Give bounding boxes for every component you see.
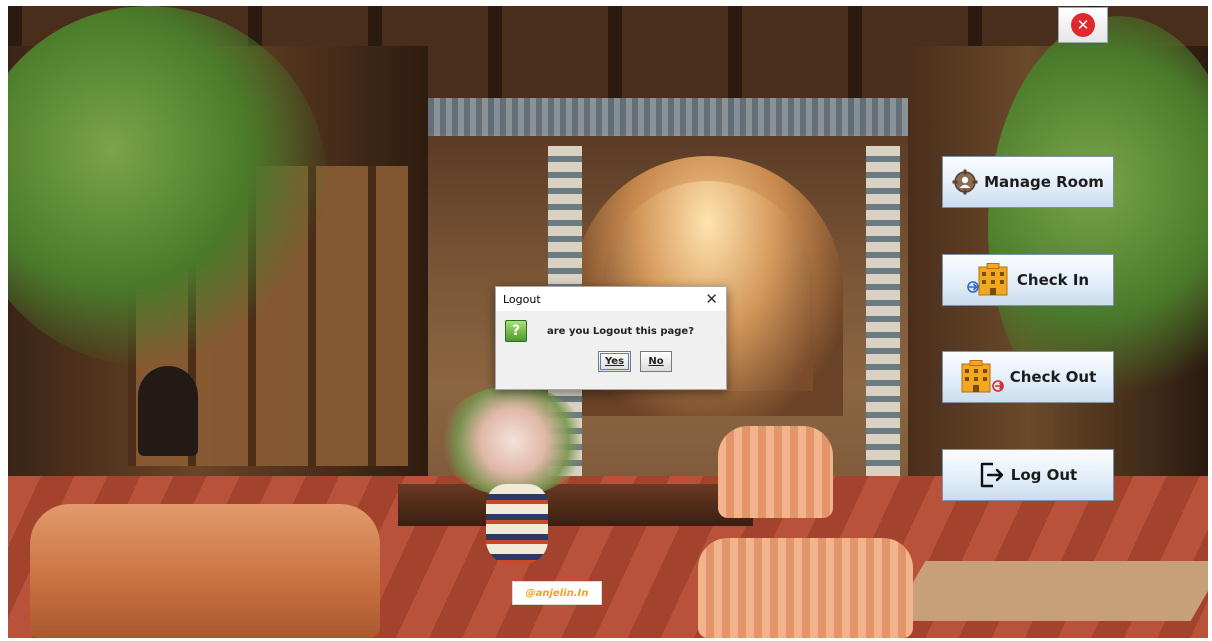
- question-icon: ?: [505, 320, 527, 342]
- manage-room-label: Manage Room: [984, 173, 1104, 191]
- logout-icon: [980, 462, 1003, 488]
- floor-rug: [890, 561, 1208, 621]
- check-in-label: Check In: [1016, 271, 1090, 289]
- log-out-button[interactable]: Log Out: [942, 449, 1114, 501]
- ceiling-tile-band: [428, 98, 968, 136]
- statue: [138, 366, 198, 456]
- sofa: [30, 504, 380, 638]
- check-in-button[interactable]: Check In: [942, 254, 1114, 306]
- dialog-close-icon[interactable]: ✕: [705, 291, 718, 307]
- check-out-button[interactable]: Check Out: [942, 351, 1114, 403]
- check-out-label: Check Out: [1009, 368, 1097, 386]
- dialog-title: Logout: [503, 292, 541, 306]
- log-out-label: Log Out: [1010, 466, 1078, 484]
- flower-vase: [486, 484, 548, 564]
- close-circle-icon: ✕: [1071, 13, 1095, 37]
- dialog-button-row: Yes No: [496, 351, 726, 372]
- armchair-back: [718, 426, 833, 518]
- yes-button[interactable]: Yes: [597, 351, 632, 372]
- close-app-button[interactable]: ✕: [1058, 7, 1108, 43]
- gear-icon: [952, 169, 978, 195]
- tiled-pillar-right: [866, 146, 900, 476]
- armchair-front: [698, 538, 913, 638]
- no-button[interactable]: No: [640, 351, 673, 372]
- flower-arrangement: [438, 386, 588, 496]
- coffee-table: [398, 484, 753, 526]
- hotel-check-out-icon: [961, 360, 1004, 393]
- logout-dialog: Logout ✕ ? are you Logout this page? Yes…: [495, 286, 727, 390]
- hotel-check-in-icon: [967, 263, 1008, 296]
- dialog-titlebar: Logout ✕: [496, 287, 726, 311]
- dialog-message: are you Logout this page?: [547, 325, 694, 337]
- manage-room-button[interactable]: Manage Room: [942, 156, 1114, 208]
- watermark-label: @anjelin.In: [512, 581, 602, 605]
- dialog-body: ? are you Logout this page?: [496, 311, 726, 342]
